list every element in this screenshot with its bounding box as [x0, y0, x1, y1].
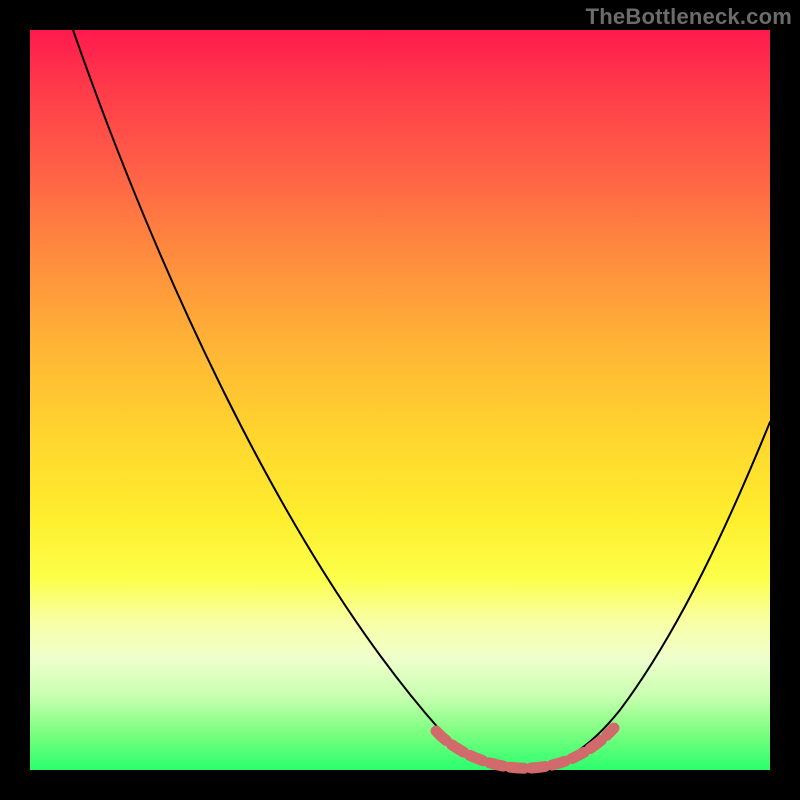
chart-frame: TheBottleneck.com: [0, 0, 800, 800]
chart-svg: [30, 30, 770, 770]
optimal-range-marker: [436, 728, 614, 768]
bottleneck-curve: [73, 30, 770, 768]
watermark-text: TheBottleneck.com: [586, 4, 792, 30]
chart-plot-area: [30, 30, 770, 770]
